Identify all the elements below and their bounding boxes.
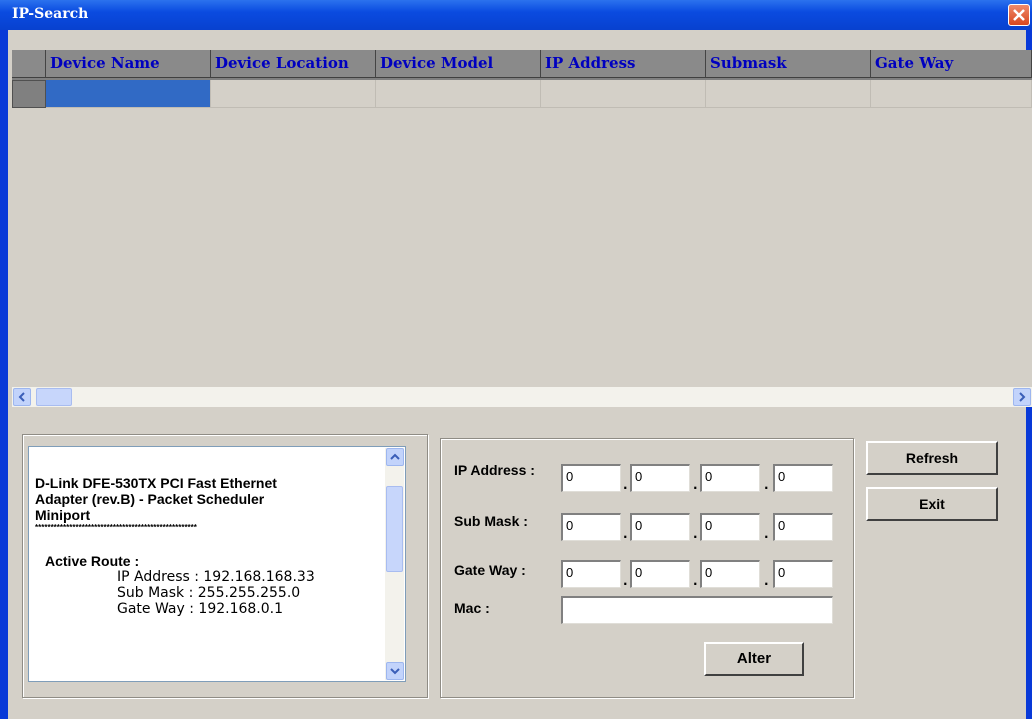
table-cell[interactable] — [376, 80, 541, 108]
column-header-device-model[interactable]: Device Model — [376, 50, 541, 78]
adapter-info-box[interactable]: D-Link DFE-530TX PCI Fast Ethernet Adapt… — [28, 446, 406, 682]
ip-octet-3-input[interactable]: 0 — [700, 464, 760, 492]
table-cell[interactable] — [706, 80, 871, 108]
octet-dot: . — [623, 527, 628, 541]
ip-octet-2-input[interactable]: 0 — [630, 464, 690, 492]
sub-mask-label: Sub Mask : — [454, 513, 528, 529]
octet-dot: . — [693, 527, 698, 541]
chevron-up-icon — [390, 453, 400, 460]
table-cell[interactable] — [211, 80, 376, 108]
column-header-device-name[interactable]: Device Name — [46, 50, 211, 78]
active-route-label: Active Route : — [45, 553, 140, 569]
adapter-name-line: D-Link DFE-530TX PCI Fast Ethernet — [35, 475, 277, 491]
route-gateway: Gate Way : 192.168.0.1 — [117, 601, 284, 617]
table-row[interactable] — [12, 80, 1032, 108]
table-cell-selected[interactable] — [46, 80, 211, 108]
column-header-submask[interactable]: Submask — [706, 50, 871, 78]
vertical-scroll-thumb[interactable] — [386, 486, 403, 572]
gateway-octet-1-input[interactable]: 0 — [561, 560, 621, 588]
gateway-octet-4-input[interactable]: 0 — [773, 560, 833, 588]
adapter-name-line: Miniport — [35, 507, 91, 523]
title-bar[interactable]: IP-Search — [0, 0, 1032, 30]
horizontal-scroll-thumb[interactable] — [36, 388, 72, 406]
vertical-scrollbar[interactable] — [385, 448, 404, 680]
scroll-right-button[interactable] — [1013, 388, 1031, 406]
column-header-device-location[interactable]: Device Location — [211, 50, 376, 78]
column-header-ip-address[interactable]: IP Address — [541, 50, 706, 78]
exit-button[interactable]: Exit — [866, 487, 998, 521]
alter-button[interactable]: Alter — [704, 642, 804, 676]
mask-octet-3-input[interactable]: 0 — [700, 513, 760, 541]
chevron-down-icon — [390, 668, 400, 675]
scroll-up-button[interactable] — [386, 448, 404, 466]
ip-address-label: IP Address : — [454, 462, 535, 478]
scroll-down-button[interactable] — [386, 662, 404, 680]
separator-line: ****************************************… — [35, 523, 197, 532]
window-title: IP-Search — [12, 6, 89, 22]
row-header[interactable] — [12, 80, 46, 108]
horizontal-scrollbar[interactable] — [12, 387, 1032, 407]
device-grid[interactable]: Device Name Device Location Device Model… — [12, 50, 1032, 394]
octet-dot: . — [693, 574, 698, 588]
adapter-info-text: D-Link DFE-530TX PCI Fast Ethernet Adapt… — [35, 475, 377, 617]
gateway-octet-3-input[interactable]: 0 — [700, 560, 760, 588]
gate-way-label: Gate Way : — [454, 562, 526, 578]
mask-octet-2-input[interactable]: 0 — [630, 513, 690, 541]
mask-octet-4-input[interactable]: 0 — [773, 513, 833, 541]
chevron-right-icon — [1019, 392, 1026, 402]
table-cell[interactable] — [871, 80, 1032, 108]
ip-octet-1-input[interactable]: 0 — [561, 464, 621, 492]
mac-label: Mac : — [454, 600, 490, 616]
octet-dot: . — [764, 527, 769, 541]
route-mask: Sub Mask : 255.255.255.0 — [117, 585, 301, 601]
close-button[interactable] — [1008, 4, 1030, 26]
octet-dot: . — [764, 478, 769, 492]
ip-octet-4-input[interactable]: 0 — [773, 464, 833, 492]
row-header-corner — [12, 50, 46, 78]
chevron-left-icon — [18, 392, 25, 402]
octet-dot: . — [623, 478, 628, 492]
route-ip: IP Address : 192.168.168.33 — [117, 569, 315, 585]
refresh-button[interactable]: Refresh — [866, 441, 998, 475]
octet-dot: . — [764, 574, 769, 588]
octet-dot: . — [623, 574, 628, 588]
grid-header-row: Device Name Device Location Device Model… — [12, 50, 1032, 80]
table-cell[interactable] — [541, 80, 706, 108]
column-header-gate-way[interactable]: Gate Way — [871, 50, 1032, 78]
mac-input[interactable] — [561, 596, 833, 624]
mask-octet-1-input[interactable]: 0 — [561, 513, 621, 541]
ip-search-window: IP-Search Device Name Device Location De… — [0, 0, 1032, 719]
scroll-left-button[interactable] — [13, 388, 31, 406]
close-icon — [1013, 9, 1025, 21]
octet-dot: . — [693, 478, 698, 492]
adapter-name-line: Adapter (rev.B) - Packet Scheduler — [35, 491, 265, 507]
gateway-octet-2-input[interactable]: 0 — [630, 560, 690, 588]
